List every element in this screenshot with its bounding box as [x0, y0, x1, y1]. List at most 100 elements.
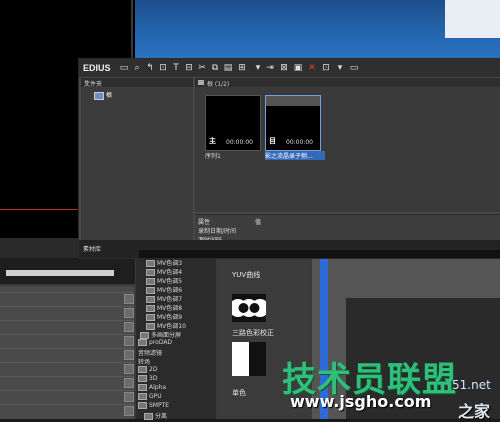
effect-folder[interactable]: 2D	[138, 366, 157, 374]
clip-thumbnail-band	[266, 96, 320, 106]
effect-icon	[146, 323, 155, 330]
effect-folder[interactable]: 分离	[144, 411, 167, 420]
track-toggle-button[interactable]	[124, 336, 134, 346]
dropdown-chevron-icon[interactable]: ▾	[253, 63, 263, 73]
clip-item-selected[interactable]: 目 00:00:00 影之流晶录子侧...	[265, 95, 325, 161]
monitor-icon[interactable]: ⊟	[184, 63, 194, 73]
copy-icon[interactable]: ⧉	[210, 63, 220, 73]
effect-icon	[146, 314, 155, 321]
effect-thumbnail[interactable]	[232, 342, 266, 376]
track-divider	[0, 404, 134, 405]
effect-thumbnail[interactable]	[229, 294, 269, 322]
clip-pane[interactable]: 根 (1/2) 主 00:00:00 序列1 目 00:00:00 影之流晶录子…	[195, 78, 500, 212]
properties-pane: 属性 值 录制日期/时间 源时间码	[195, 214, 500, 244]
send-icon[interactable]: ⇥	[265, 63, 275, 73]
track-divider	[0, 376, 134, 377]
track-toggle-button[interactable]	[124, 378, 134, 388]
timeline-scroll-bar[interactable]	[6, 270, 114, 276]
watermark-side-text-2: 之家	[458, 402, 491, 421]
properties-icon[interactable]: ⊠	[279, 63, 289, 73]
effect-item[interactable]: MV色调4	[146, 267, 182, 276]
clip-item[interactable]: 主 00:00:00 序列1	[205, 95, 261, 161]
folder-icon	[140, 332, 149, 339]
effect-item[interactable]: MV色调7	[146, 294, 182, 303]
track-toggle-button[interactable]	[124, 322, 134, 332]
effect-folder[interactable]: 多画面分屏	[140, 330, 181, 339]
track-divider	[0, 334, 134, 335]
effect-item[interactable]: MV色调8	[146, 303, 182, 312]
track-toggle-button[interactable]	[124, 364, 134, 374]
clip-thumbnail-band	[206, 96, 260, 106]
property-column-header: 属性	[198, 219, 211, 226]
track-toggle-button[interactable]	[124, 350, 134, 360]
open-clip-icon[interactable]: ⊡	[158, 63, 168, 73]
bin-window: EDIUS ▭ ⌕ ↰ ⊡ T ⊟ ✂ ⧉ ▤ ⊞ ▾ ⇥ ⊠ ▣ ✕ ⊡ ▾ …	[78, 58, 500, 259]
folder-root-label: 根	[106, 92, 113, 99]
track-divider	[0, 348, 134, 349]
effect-folder[interactable]: SMPTE	[138, 402, 169, 410]
add-to-timeline-icon[interactable]: ⊞	[237, 63, 247, 73]
folder-icon	[94, 91, 104, 100]
three-way-color-icon	[229, 299, 269, 317]
view-dropdown-icon[interactable]: ▾	[335, 63, 345, 73]
effect-folder[interactable]: proDAD	[138, 339, 172, 347]
track-toggle-button[interactable]	[124, 392, 134, 402]
track-divider	[0, 362, 134, 363]
effect-item[interactable]: MV色调6	[146, 285, 182, 294]
effect-folder[interactable]: 转场	[138, 357, 150, 366]
effect-folder[interactable]: GPU	[138, 393, 162, 401]
effect-item[interactable]: MV色调3	[146, 258, 182, 267]
folder-icon[interactable]: ▭	[119, 63, 129, 73]
track-divider	[0, 306, 134, 307]
track-divider	[0, 292, 134, 293]
clip-type-badge: 主	[209, 137, 216, 145]
effect-folder[interactable]: 音频滤镜	[138, 348, 162, 357]
effects-tree[interactable]: MV色调3 MV色调4 MV色调5 MV色调6 MV色调7 MV色调8 MV色调…	[136, 258, 216, 420]
effect-icon	[146, 296, 155, 303]
clip-name: 序列1	[205, 153, 221, 160]
track-toggle-button[interactable]	[124, 406, 134, 416]
effect-item[interactable]: MV色调9	[146, 312, 182, 321]
track-divider	[0, 320, 134, 321]
effect-icon	[146, 278, 155, 285]
close-icon[interactable]: ×	[84, 79, 190, 86]
monochrome-icon	[232, 342, 266, 376]
effect-folder[interactable]: 3D	[138, 375, 157, 383]
folder-root[interactable]: 根	[94, 90, 113, 100]
title-icon[interactable]: T	[171, 63, 181, 73]
track-toggle-button[interactable]	[124, 294, 134, 304]
effect-icon	[146, 287, 155, 294]
track-toggle-button[interactable]	[124, 308, 134, 318]
folder-pane-header: 文件夹 ×	[81, 78, 193, 88]
clip-timecode: 00:00:00	[226, 139, 253, 146]
folder-pane[interactable]: 文件夹 × 根	[81, 78, 193, 248]
effect-item[interactable]: MV色调5	[146, 276, 182, 285]
search-icon[interactable]: ⌕	[132, 63, 142, 73]
clip-pane-header: 根 (1/2)	[195, 78, 500, 88]
view-icon[interactable]: ⊡	[321, 63, 331, 73]
timeline-tracks[interactable]	[0, 286, 134, 419]
bin-tab-bar: 素材库	[79, 240, 500, 258]
timeline-ruler[interactable]	[0, 258, 135, 284]
effect-folder[interactable]: Alpha	[138, 384, 166, 392]
up-folder-icon[interactable]: ↰	[145, 63, 155, 73]
effect-icon	[146, 269, 155, 276]
app-logo: EDIUS	[83, 63, 111, 73]
effect-icon	[146, 305, 155, 312]
tab-bin[interactable]: 素材库	[83, 244, 101, 253]
track-divider	[0, 390, 134, 391]
clip-thumbnail[interactable]: 主 00:00:00	[205, 95, 261, 151]
menu-icon[interactable]: ▭	[349, 63, 359, 73]
folder-icon	[138, 375, 147, 382]
folder-icon	[138, 339, 147, 346]
value-column-header: 值	[255, 219, 262, 226]
effect-item[interactable]: MV色调10	[146, 321, 186, 330]
clip-thumbnail[interactable]: 目 00:00:00	[265, 95, 321, 151]
cut-icon[interactable]: ✂	[197, 63, 207, 73]
folder-icon	[138, 384, 147, 391]
delete-icon[interactable]: ✕	[307, 63, 317, 73]
import-icon[interactable]: ▣	[293, 63, 303, 73]
paste-icon[interactable]: ▤	[223, 63, 233, 73]
desktop-background	[135, 0, 500, 60]
watermark-url: www.jsgho.com	[290, 392, 432, 411]
